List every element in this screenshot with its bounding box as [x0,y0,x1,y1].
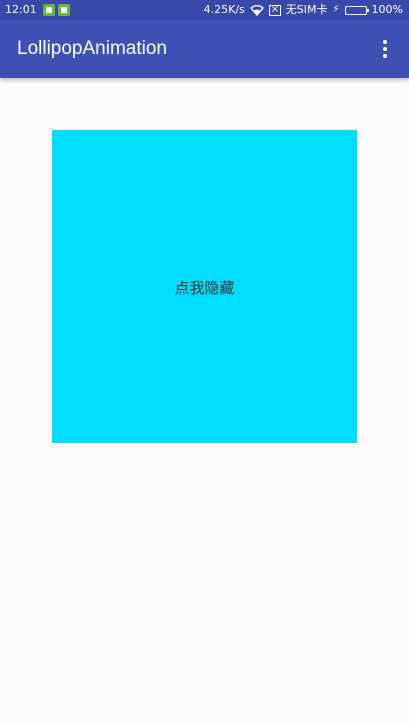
network-speed: 4.25K/s [203,3,245,16]
menu-dot [383,54,387,58]
menu-dot [383,40,387,44]
battery-icon [344,5,369,15]
more-vert-icon[interactable] [371,34,399,64]
reveal-box-label: 点我隐藏 [174,279,235,297]
app-title: LollipopAnimation [17,38,167,59]
status-left: 12:01 [5,0,73,20]
charging-icon: ⚡ [332,4,340,15]
menu-dot [383,47,387,51]
main-content: 点我隐藏 [0,78,409,723]
notification-icon [42,4,55,16]
status-time: 12:01 [5,3,37,16]
status-bar: 12:01 4.25K/s 无SIM卡 ⚡ 100% [0,0,409,20]
wifi-icon [249,4,264,16]
no-sim-icon [268,0,281,20]
notification-icon [57,4,70,16]
status-right: 4.25K/s 无SIM卡 ⚡ 100% [199,0,403,20]
reveal-box[interactable]: 点我隐藏 [52,130,357,443]
sim-status: 无SIM卡 [285,3,328,16]
battery-percent: 100% [371,3,403,16]
app-bar: LollipopAnimation [0,20,409,78]
